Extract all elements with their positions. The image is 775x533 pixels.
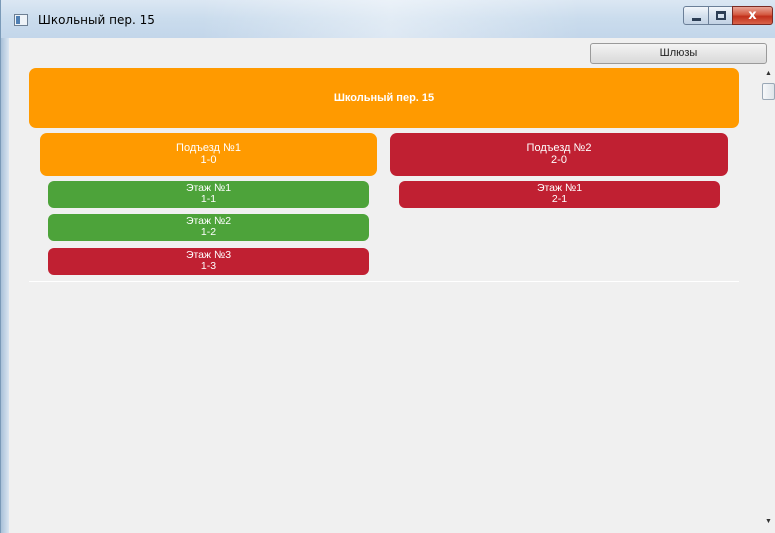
window-frame	[1, 0, 9, 533]
maximize-icon	[716, 11, 726, 20]
entrance-code: 2-0	[551, 154, 567, 166]
close-icon: x	[748, 8, 757, 23]
entrance-name: Подъезд №1	[176, 142, 241, 154]
scroll-down-icon[interactable]: ▼	[765, 518, 772, 525]
title-bar-glow	[201, 0, 581, 38]
minimize-button[interactable]	[683, 6, 709, 25]
app-icon[interactable]	[14, 14, 28, 26]
floor-card-2-1[interactable]: Этаж №1 2-1	[399, 181, 720, 208]
floor-code: 1-3	[200, 260, 217, 272]
floor-code: 2-1	[551, 193, 568, 205]
entrance-card-2[interactable]: Подъезд №2 2-0	[390, 133, 728, 176]
client-area: Шлюзы Школьный пер. 15 Подъезд №1 1-0 По…	[9, 38, 775, 533]
floor-card-1-1[interactable]: Этаж №1 1-1	[48, 181, 369, 208]
scroll-thumb[interactable]	[762, 83, 775, 100]
section-divider	[29, 281, 739, 282]
entrance-code: 1-0	[200, 154, 217, 166]
window-title: Школьный пер. 15	[38, 13, 155, 27]
scroll-up-icon[interactable]: ▲	[765, 70, 772, 77]
entrance-card-1[interactable]: Подъезд №1 1-0	[40, 133, 377, 176]
title-bar[interactable]: Школьный пер. 15 x	[1, 0, 775, 38]
floor-card-1-3[interactable]: Этаж №3 1-3	[48, 248, 369, 275]
app-window: Школьный пер. 15 x Шлюзы Школьный пер. 1…	[0, 0, 775, 533]
building-card[interactable]: Школьный пер. 15	[29, 68, 739, 128]
floor-code: 1-1	[200, 193, 217, 205]
gates-button[interactable]: Шлюзы	[590, 43, 767, 64]
vertical-scrollbar[interactable]	[759, 68, 775, 533]
entrance-name: Подъезд №2	[526, 142, 592, 154]
minimize-icon	[692, 18, 701, 21]
maximize-button[interactable]	[708, 6, 733, 25]
floor-card-1-2[interactable]: Этаж №2 1-2	[48, 214, 369, 241]
floor-code: 1-2	[200, 226, 217, 238]
close-button[interactable]: x	[732, 6, 773, 25]
